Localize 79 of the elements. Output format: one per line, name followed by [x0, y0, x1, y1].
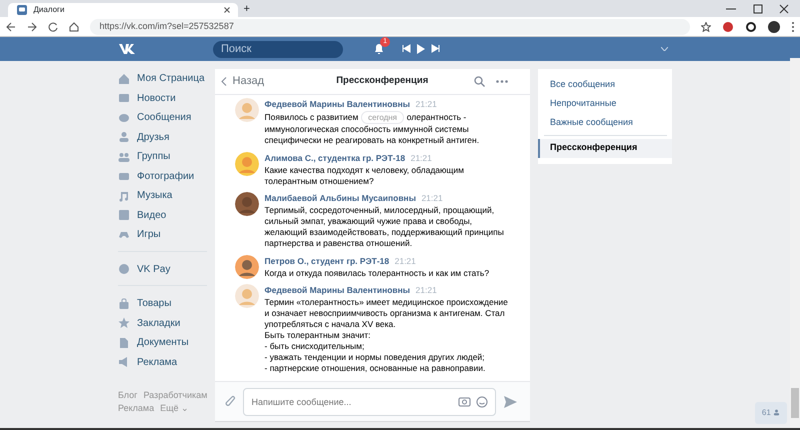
message-text: Терпимый, сосредоточенный, милосердный, прощающий, сильный эмпат, уважающий чужие права и свободы, желающий взаимодействовать, поддерживающий принципы партнерства и равенства отношений. [264, 205, 504, 249]
message-text: Появилось с развитием [264, 112, 358, 123]
more-icon[interactable] [496, 80, 508, 83]
nav-item[interactable]: Моя Страница [118, 69, 215, 88]
people-icon [118, 150, 130, 163]
nav-item[interactable]: Друзья [118, 128, 215, 147]
document-icon [118, 336, 130, 349]
author-name[interactable]: Петров О., студент гр. РЭТ-18 [264, 254, 390, 268]
nav-item[interactable]: Реклама [118, 352, 215, 372]
search-field[interactable]: Поиск [213, 40, 343, 58]
smiley-icon[interactable] [476, 396, 488, 408]
send-icon[interactable] [504, 396, 518, 408]
chat-title: Пресcконференция [335, 74, 430, 88]
forward-arrow-icon[interactable] [26, 22, 36, 32]
message-text: Термин «толерантность» имеет медицинское происхождение и означает невосприимчивость организма к антигенам. Стал употребляться с начала XV века. Быть толерантным значит: - быть снисходительным; - уважать тенденции и нормы поведения других людей; - партнерские отношения, основанные на равноправии. [264, 297, 508, 374]
avatar[interactable] [235, 254, 259, 278]
profile-icon[interactable] [768, 20, 780, 32]
author-name[interactable]: Малибаевой Альбины Мусаиповны [264, 192, 416, 205]
message-time: 21:21 [416, 98, 437, 111]
nav-item[interactable]: Новости [118, 88, 215, 108]
new-tab-button[interactable]: + [244, 2, 250, 17]
caret-icon[interactable] [661, 47, 668, 51]
chevron-icon [220, 76, 226, 86]
maximize-icon[interactable] [752, 4, 762, 14]
previous-track-icon[interactable] [402, 44, 410, 53]
message-time: 21:21 [394, 254, 416, 268]
filter-item[interactable]: Пресcконференция [538, 138, 672, 158]
play-icon[interactable] [416, 44, 425, 54]
message-text: Когда и откуда появилась толерантность и как им стать? [264, 268, 490, 278]
nav-item[interactable]: Музыка [118, 186, 215, 206]
date-pill: сегодня [361, 111, 404, 124]
message-text: Какие качества подходят к человеку, обладающим толерантным отношением? [264, 164, 464, 186]
house-icon [118, 72, 130, 85]
back-arrow-icon[interactable] [6, 22, 16, 32]
filter-item[interactable]: Важные сообщения [538, 113, 672, 132]
nav-item[interactable]: Видео [118, 206, 215, 225]
tab-title: Диалоги [34, 4, 64, 16]
avatar[interactable] [235, 192, 259, 216]
nav-item[interactable]: Документы [118, 333, 215, 352]
message-text: иммунологическая способность иммунной системы специфически не реагировать на конкретный антиген. [264, 124, 480, 146]
music-note-icon [118, 190, 130, 202]
browser-tab[interactable]: Диалоги [8, 3, 238, 17]
paperclip-icon[interactable] [225, 394, 237, 408]
close-icon[interactable] [224, 7, 230, 13]
filter-item[interactable]: Все сообщения [538, 75, 672, 94]
nav-item[interactable]: Товары [118, 294, 215, 314]
search-icon[interactable] [474, 76, 485, 87]
reload-icon[interactable] [48, 22, 58, 32]
nav-item[interactable]: Закладки [118, 314, 215, 333]
author-name[interactable]: Федвевой Марины Валентиновны [264, 98, 410, 111]
author-name[interactable]: Федвевой Марины Валентиновны [264, 284, 410, 297]
address-bar[interactable]: https://vk.com/im?sel=257532587 [90, 18, 690, 34]
message-time: 21:21 [416, 284, 437, 297]
message-time: 21:21 [421, 192, 443, 205]
chat-icon [16, 4, 28, 16]
bell-icon[interactable] [373, 42, 385, 55]
close-icon[interactable] [779, 4, 789, 14]
scrollbar[interactable] [790, 58, 800, 428]
message-input[interactable]: Напишите сообщение... [242, 388, 496, 416]
logo-icon[interactable] [118, 43, 138, 55]
back-link[interactable]: Назад [220, 73, 290, 90]
filter-item[interactable]: Непрочитанные [538, 94, 672, 113]
star-icon [118, 317, 130, 330]
nav-item[interactable]: Игры [118, 225, 215, 244]
nav-item[interactable]: Сообщения [118, 108, 215, 128]
person-icon [118, 131, 130, 144]
megaphone-icon [118, 356, 130, 368]
menu-icon[interactable] [790, 20, 794, 32]
person-icon [773, 409, 780, 416]
author-name[interactable]: Алимова С., студентка гр. РЭТ-18 [264, 152, 406, 164]
bag-icon [118, 298, 130, 310]
message-text: олерантность - [406, 112, 466, 123]
nav-item[interactable]: Группы [118, 147, 215, 166]
star-icon[interactable] [700, 22, 710, 32]
message-time: 21:21 [410, 152, 432, 164]
nav-item[interactable]: VK Pay [118, 260, 215, 279]
next-track-icon[interactable] [430, 44, 440, 53]
nav-item[interactable]: Фотографии [118, 166, 215, 186]
home-icon[interactable] [68, 22, 78, 32]
